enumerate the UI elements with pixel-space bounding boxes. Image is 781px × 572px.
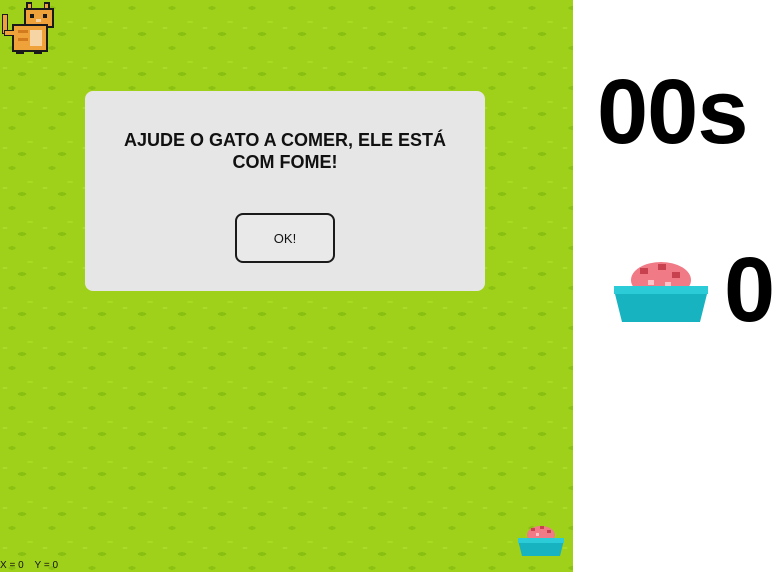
timer-display: 00s <box>597 61 748 163</box>
coords-readout: X = 0 Y = 0 <box>0 560 59 571</box>
food-bowl-icon <box>614 262 708 322</box>
cat-icon[interactable] <box>0 0 58 56</box>
food-bowl-icon[interactable] <box>516 518 566 558</box>
game-field[interactable]: AJUDE O GATO A COMER, ELE ESTÁ COM FOME!… <box>0 0 573 572</box>
intro-dialog: AJUDE O GATO A COMER, ELE ESTÁ COM FOME!… <box>85 91 485 291</box>
dialog-message: AJUDE O GATO A COMER, ELE ESTÁ COM FOME! <box>123 130 447 172</box>
ok-button[interactable]: OK! <box>235 213 335 263</box>
food-count: 0 <box>724 239 776 341</box>
